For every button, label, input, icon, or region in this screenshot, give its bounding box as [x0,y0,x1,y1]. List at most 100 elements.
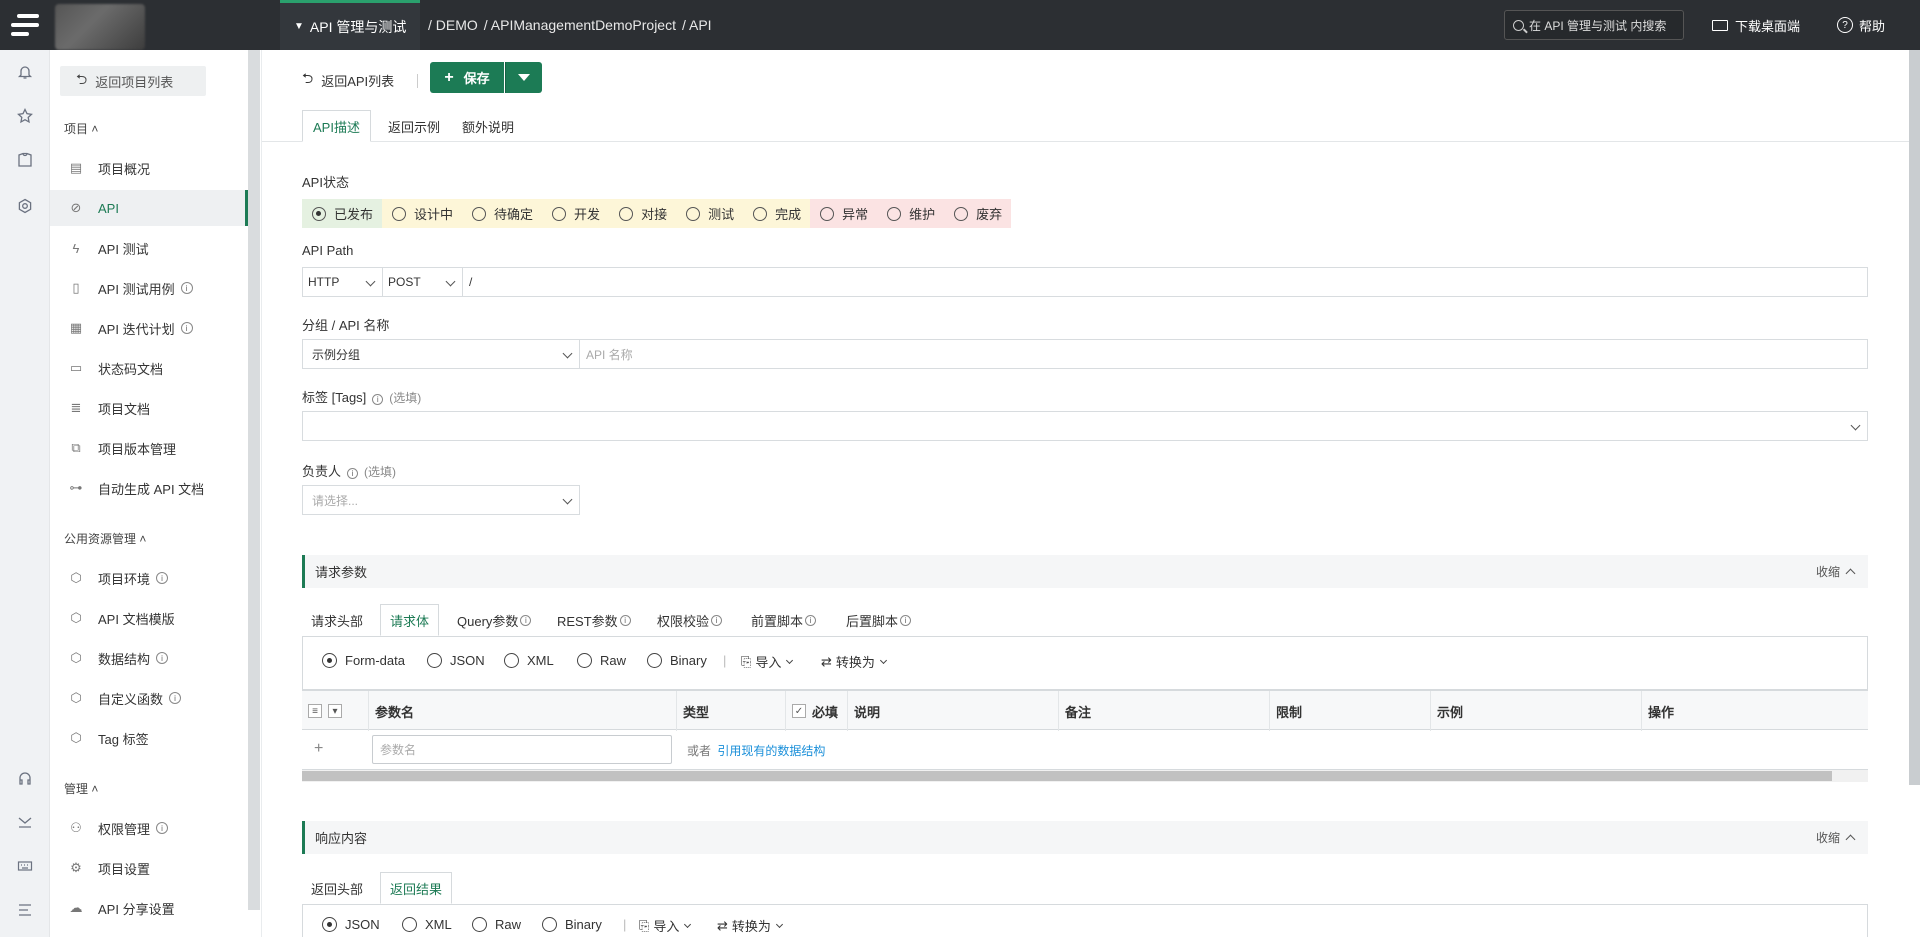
import-menu[interactable]: ⎘ 导入 [741,652,794,671]
breadcrumb-item[interactable]: / API [682,17,712,33]
sidebar-item-iteration[interactable]: ▦ API 迭代计划 i [50,310,248,346]
info-icon[interactable]: i [372,394,384,405]
shirt-icon[interactable] [15,150,35,170]
bell-icon[interactable] [15,62,35,82]
sidebar-item-tags[interactable]: ⬡ Tag 标签 [50,720,248,756]
main-scrollbar[interactable] [1909,50,1920,785]
star-icon[interactable] [15,106,35,126]
sidebar-item-share-settings[interactable]: ☁ API 分享设置 [50,890,248,926]
tab-query-params[interactable]: Query参数 i [448,604,540,636]
table-horizontal-scrollbar[interactable] [302,770,1868,782]
tab-request-headers[interactable]: 请求头部 [302,604,372,636]
app-logo[interactable] [0,0,50,50]
download-desktop-button[interactable]: 下载桌面端 [1712,0,1800,50]
format-json[interactable]: JSON [427,653,485,668]
sidebar-item-data-structures[interactable]: ⬡ 数据结构 i [50,640,248,676]
info-icon[interactable]: i [520,614,532,626]
sidebar-group-manage[interactable]: 管理 ˄ [64,780,98,797]
sidebar-item-auto-docs[interactable]: ⊶ 自动生成 API 文档 [50,470,248,506]
path-input[interactable]: / [462,267,1868,297]
help-button[interactable]: ? 帮助 [1837,0,1885,50]
breadcrumb-item[interactable]: / APIManagementDemoProject [484,17,676,33]
checkbox-checked-icon[interactable]: ✓ [792,704,806,718]
caret-down-icon[interactable]: ▾ [328,704,342,718]
tab-response-result[interactable]: 返回结果 [380,872,453,904]
status-option[interactable]: 完成 [743,199,811,228]
format-binary[interactable]: Binary [647,653,707,668]
sidebar-group-public[interactable]: 公用资源管理 ˄ [64,530,146,547]
info-icon[interactable]: i [156,822,169,834]
group-select[interactable]: 示例分组 [302,339,580,369]
breadcrumb-item[interactable]: / DEMO [428,17,478,33]
status-option[interactable]: 维护 [877,199,945,228]
info-icon[interactable]: i [711,614,723,626]
sidebar-item-api[interactable]: ⊘ API [50,190,248,226]
status-option[interactable]: 已发布 [302,199,383,228]
sidebar-item-test-cases[interactable]: ▯ API 测试用例 i [50,270,248,306]
format-binary[interactable]: Binary [542,917,602,932]
owner-select[interactable]: 请选择... [302,485,580,515]
method-select[interactable]: POST [382,267,463,297]
sidebar-item-functions[interactable]: ⬡ 自定义函数 i [50,680,248,716]
tab-pre-script[interactable]: 前置脚本 i [742,604,825,636]
sidebar-item-doc-templates[interactable]: ⬡ API 文档模版 [50,600,248,636]
tab-api-description[interactable]: API描述 [302,110,371,142]
status-option[interactable]: 设计中 [382,199,463,228]
tab-response-example[interactable]: 返回示例 [378,110,450,142]
tab-request-body[interactable]: 请求体 [380,604,440,636]
sidebar-item-status-codes[interactable]: ▭ 状态码文档 [50,350,248,386]
collapse-button[interactable]: 收缩 [1816,563,1856,580]
info-icon[interactable]: i [619,614,631,626]
keyboard-icon[interactable] [15,856,35,876]
scrollbar-thumb[interactable] [302,771,1832,781]
sidebar-item-project-settings[interactable]: ⚙ 项目设置 [50,850,248,886]
tab-response-headers[interactable]: 返回头部 [302,872,372,904]
tab-rest-params[interactable]: REST参数 i [548,604,640,636]
workspace-avatar[interactable] [55,4,145,50]
headset-icon[interactable] [15,768,35,788]
tab-extra-notes[interactable]: 额外说明 [452,110,524,142]
status-option[interactable]: 异常 [810,199,878,228]
convert-menu[interactable]: ⇄ 转换为 [821,652,887,671]
param-name-input[interactable]: 参数名 [372,735,672,764]
reference-structure-link[interactable]: 引用现有的数据结构 [717,744,825,758]
tab-post-script[interactable]: 后置脚本 i [837,604,920,636]
format-xml[interactable]: XML [504,653,554,668]
tab-auth[interactable]: 权限校验 i [648,604,731,636]
download-tray-icon[interactable] [15,812,35,832]
info-icon[interactable]: i [169,692,182,704]
sidebar-group-project[interactable]: 项目 ˄ [64,120,98,137]
add-row-icon[interactable]: + [314,740,323,758]
format-raw[interactable]: Raw [577,653,626,668]
module-switcher[interactable]: ▼ API 管理与测试 [280,0,421,50]
menu-collapse-icon[interactable] [15,900,35,920]
convert-menu[interactable]: ⇄ 转换为 [717,916,783,935]
back-to-api-list-button[interactable]: ⮌ 返回API列表 [302,65,394,95]
sidebar-item-project-docs[interactable]: ≣ 项目文档 [50,390,248,426]
collapse-button[interactable]: 收缩 [1816,829,1856,846]
status-option[interactable]: 对接 [609,199,677,228]
tags-select[interactable] [302,411,1868,441]
sidebar-item-versions[interactable]: ⧉ 项目版本管理 [50,430,248,466]
back-to-projects-button[interactable]: ⮌ 返回项目列表 [60,66,206,96]
list-icon[interactable]: ≡ [308,704,322,718]
import-menu[interactable]: ⎘ 导入 [639,916,692,935]
api-name-input[interactable]: API 名称 [579,339,1868,369]
info-icon[interactable]: i [156,572,169,584]
settings-icon[interactable] [15,196,35,216]
info-icon[interactable]: i [180,282,193,294]
format-json[interactable]: JSON [322,917,380,932]
info-icon[interactable]: i [156,652,169,664]
sidebar-scrollbar[interactable] [248,50,260,910]
info-icon[interactable]: i [180,322,193,334]
info-icon[interactable]: i [805,614,817,626]
status-option[interactable]: 开发 [542,199,610,228]
sidebar-item-api-test[interactable]: ϟ API 测试 [50,230,248,266]
save-options-button[interactable] [505,62,542,93]
info-icon[interactable]: i [347,468,359,479]
status-option[interactable]: 废弃 [944,199,1012,228]
status-option[interactable]: 测试 [676,199,744,228]
status-option[interactable]: 待确定 [462,199,543,228]
sidebar-item-permissions[interactable]: ⚇ 权限管理 i [50,810,248,846]
format-xml[interactable]: XML [402,917,452,932]
